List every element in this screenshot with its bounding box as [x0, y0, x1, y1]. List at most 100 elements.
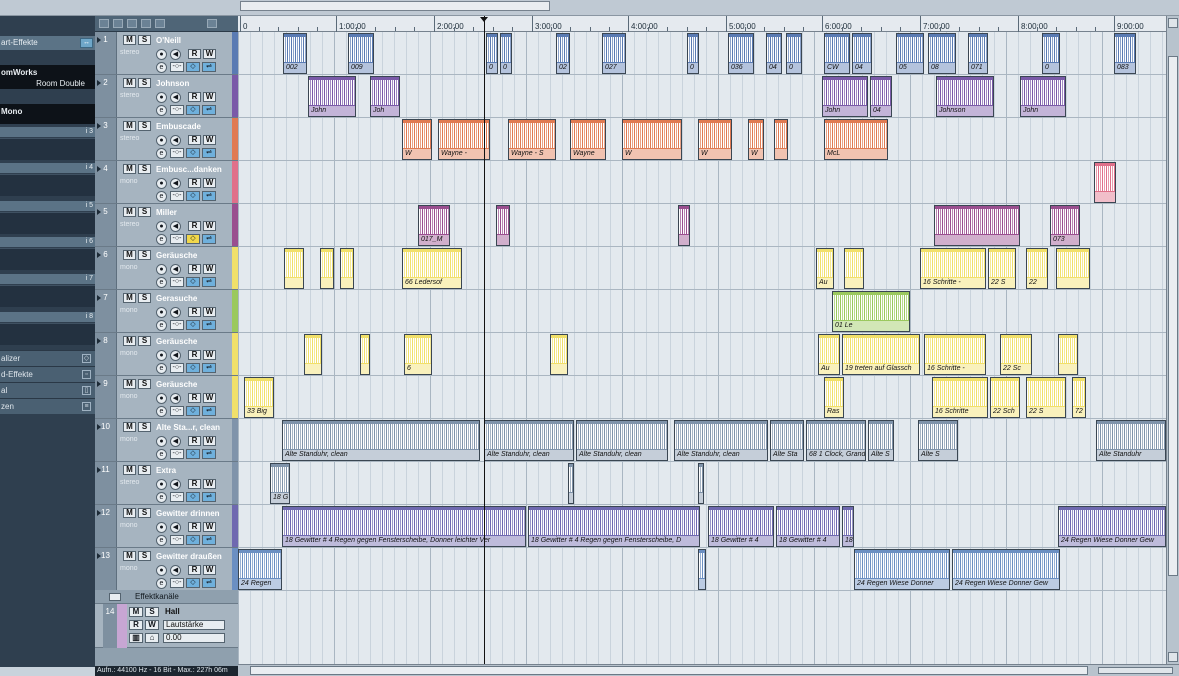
audio-event[interactable]: [844, 248, 864, 289]
audio-event[interactable]: 083: [1114, 33, 1136, 74]
audio-event[interactable]: 0: [486, 33, 498, 74]
audio-event[interactable]: Joh: [370, 76, 400, 117]
track-header-3[interactable]: 3 M S Embuscade stereo ● ◀ R We -○- ◇ ⇌: [95, 118, 240, 161]
mute-button[interactable]: M: [123, 250, 136, 260]
timebase-icon[interactable]: ◇: [186, 449, 200, 459]
record-enable-icon[interactable]: ●: [156, 436, 167, 447]
audio-event[interactable]: [340, 248, 354, 289]
lock-icon[interactable]: ⌂: [145, 633, 159, 643]
monitor-icon[interactable]: ◀: [170, 49, 181, 60]
audio-event[interactable]: [284, 248, 304, 289]
mute-button[interactable]: M: [123, 508, 136, 518]
monitor-icon[interactable]: ◀: [170, 221, 181, 232]
track-name[interactable]: Geräusche: [156, 337, 232, 346]
track-header-1[interactable]: 1 M S O'Neill stereo ● ◀ R We -○- ◇ ⇌: [95, 32, 240, 75]
audio-event[interactable]: Alte S: [918, 420, 958, 461]
solo-button[interactable]: S: [138, 336, 151, 346]
freeze-icon[interactable]: ⇌: [202, 492, 216, 502]
solo-all-icon[interactable]: [127, 19, 137, 28]
insert-slot[interactable]: [0, 323, 95, 345]
audio-event[interactable]: [1058, 334, 1078, 375]
audio-event[interactable]: 33 Big: [244, 377, 274, 418]
read-button[interactable]: R: [188, 178, 201, 188]
track-name[interactable]: Gewitter draußen: [156, 552, 232, 561]
track-header-4[interactable]: 4 M S Embusc...danken mono ● ◀ R We -○- ◇ ⇌: [95, 161, 240, 204]
track-header-5[interactable]: 5 M S Miller stereo ● ◀ R We -○- ◇ ⇌: [95, 204, 240, 247]
record-enable-icon[interactable]: ●: [156, 221, 167, 232]
expand-icon[interactable]: [97, 123, 101, 129]
solo-button[interactable]: S: [138, 164, 151, 174]
track-lane-7[interactable]: [238, 290, 1166, 333]
audio-event[interactable]: W: [402, 119, 432, 160]
audio-event[interactable]: 04: [852, 33, 872, 74]
audio-event[interactable]: Johnson: [936, 76, 994, 117]
track-lane-1[interactable]: [238, 32, 1166, 75]
write-button[interactable]: W: [145, 620, 159, 630]
insert-slot[interactable]: [0, 212, 95, 234]
track-hall[interactable]: 14 M S Hall R W Lautstärke ▥ ⌂ 0.00: [95, 604, 240, 648]
edit-channel-icon[interactable]: e: [156, 363, 167, 374]
track-header-9[interactable]: 9 M S Geräusche mono ● ◀ R We -○- ◇ ⇌: [95, 376, 240, 419]
lanes-icon[interactable]: -○-: [170, 406, 184, 416]
audio-event[interactable]: 073: [1050, 205, 1080, 246]
project-cursor[interactable]: [484, 16, 485, 666]
vertical-scroll-thumb[interactable]: [1168, 56, 1178, 576]
write-button[interactable]: W: [203, 221, 216, 231]
track-header-8[interactable]: 8 M S Geräusche mono ● ◀ R We -○- ◇ ⇌: [95, 333, 240, 376]
track-name[interactable]: Johnson: [156, 79, 232, 88]
write-button[interactable]: W: [203, 565, 216, 575]
edit-channel-icon[interactable]: e: [156, 320, 167, 331]
audio-event[interactable]: 027: [602, 33, 626, 74]
audio-event[interactable]: Wayne -: [438, 119, 490, 160]
freeze-icon[interactable]: ⇌: [202, 234, 216, 244]
expand-icon[interactable]: [97, 80, 101, 86]
timebase-icon[interactable]: ◇: [186, 234, 200, 244]
record-enable-icon[interactable]: ●: [156, 49, 167, 60]
audio-event[interactable]: 68 1 Clock, Grand: [806, 420, 866, 461]
write-button[interactable]: W: [203, 350, 216, 360]
monitor-icon[interactable]: ◀: [170, 522, 181, 533]
audio-event[interactable]: McL: [824, 119, 888, 160]
edit-channel-icon[interactable]: e: [156, 234, 167, 245]
audio-event[interactable]: CW: [824, 33, 850, 74]
audio-event[interactable]: 0: [687, 33, 699, 74]
read-button[interactable]: R: [188, 565, 201, 575]
timebase-icon[interactable]: ◇: [186, 535, 200, 545]
audio-event[interactable]: Alte S: [868, 420, 894, 461]
inspector-row-channel[interactable]: al ▯: [0, 382, 95, 398]
audio-event[interactable]: [496, 205, 510, 246]
monitor-icon[interactable]: ◀: [170, 135, 181, 146]
audio-event[interactable]: 18: [842, 506, 854, 547]
audio-event[interactable]: [678, 205, 690, 246]
audio-event[interactable]: Wayne: [570, 119, 606, 160]
mute-button[interactable]: M: [123, 121, 136, 131]
freeze-icon[interactable]: ⇌: [202, 363, 216, 373]
write-button[interactable]: W: [203, 479, 216, 489]
edit-channel-icon[interactable]: e: [156, 406, 167, 417]
write-button[interactable]: W: [203, 49, 216, 59]
monitor-icon[interactable]: ◀: [170, 436, 181, 447]
edit-channel-icon[interactable]: e: [156, 105, 167, 116]
audio-event[interactable]: W: [622, 119, 682, 160]
read-button[interactable]: R: [188, 135, 201, 145]
record-enable-icon[interactable]: ●: [156, 522, 167, 533]
mute-button[interactable]: M: [123, 551, 136, 561]
audio-event[interactable]: Au: [816, 248, 834, 289]
project-cursor-handle-icon[interactable]: [480, 17, 488, 22]
read-button[interactable]: R: [188, 522, 201, 532]
timebase-icon[interactable]: ◇: [186, 406, 200, 416]
lanes-icon[interactable]: -○-: [170, 277, 184, 287]
audio-event[interactable]: John: [1020, 76, 1066, 117]
expand-icon[interactable]: [97, 381, 101, 387]
expand-icon[interactable]: [97, 252, 101, 258]
audio-event[interactable]: 22 S: [988, 248, 1016, 289]
audio-event[interactable]: 036: [728, 33, 754, 74]
write-button[interactable]: W: [203, 307, 216, 317]
audio-event[interactable]: Alte Standuhr, clean: [484, 420, 574, 461]
freeze-icon[interactable]: ⇌: [202, 191, 216, 201]
edit-channel-icon[interactable]: e: [156, 62, 167, 73]
solo-button[interactable]: S: [138, 35, 151, 45]
automation-value-field[interactable]: 0.00: [163, 633, 225, 643]
solo-button[interactable]: S: [138, 293, 151, 303]
freeze-icon[interactable]: ⇌: [202, 320, 216, 330]
